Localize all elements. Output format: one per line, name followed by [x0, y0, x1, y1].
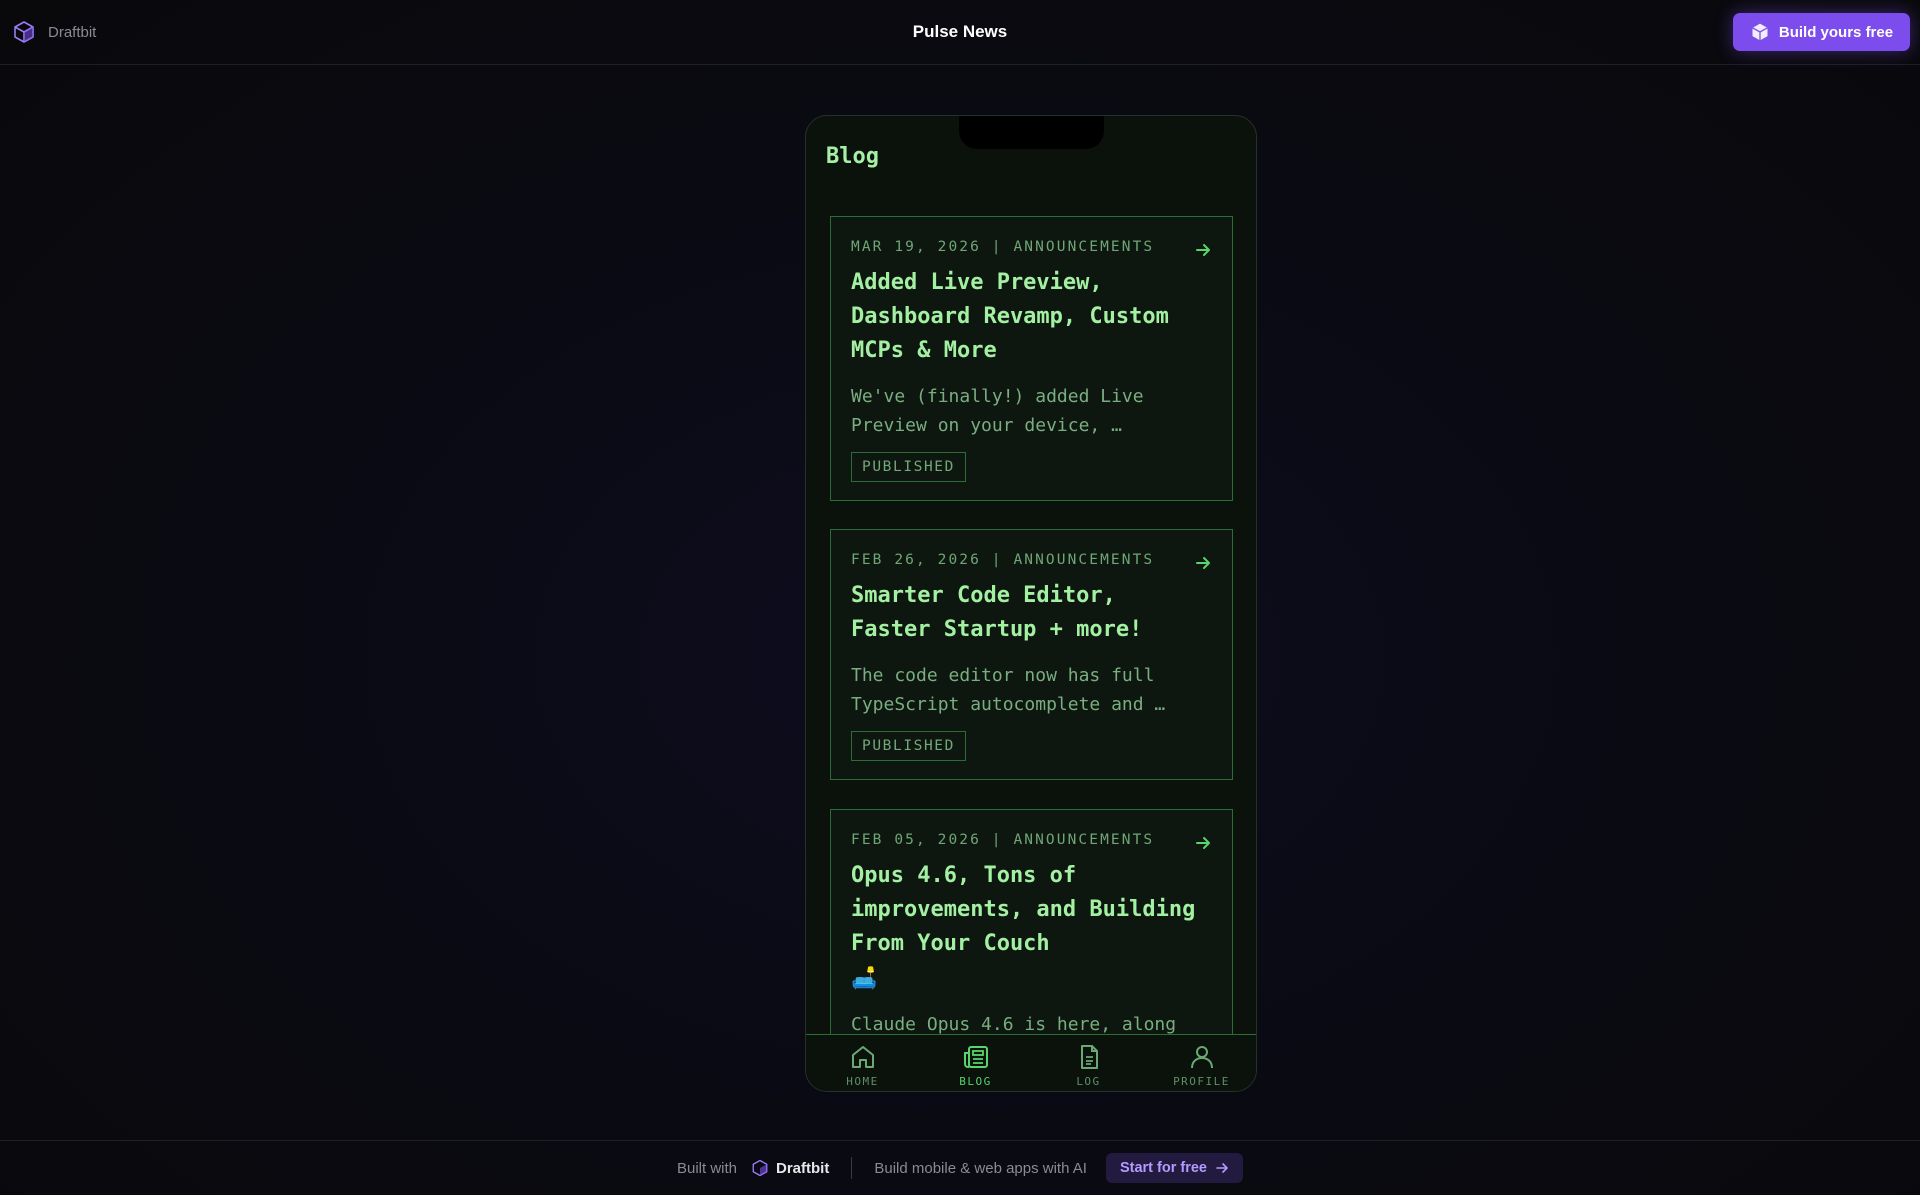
build-button-label: Build yours free: [1778, 23, 1894, 41]
tab-log[interactable]: LOG: [1032, 1035, 1145, 1091]
tab-label: LOG: [1076, 1075, 1101, 1088]
post-title: Added Live Preview, Dashboard Revamp, Cu…: [851, 270, 1169, 363]
arrow-right-icon: [1196, 837, 1210, 849]
post-excerpt: We've (finally!) added Live Preview on y…: [851, 386, 1144, 436]
footer-tagline: Build mobile & web apps with AI: [874, 1159, 1087, 1177]
post-excerpt: Claude Opus 4.6 is here, along with a wh…: [851, 1014, 1177, 1034]
post-title-block: Opus 4.6, Tons of improvements, and Buil…: [851, 859, 1196, 996]
draftbit-logo-icon: [752, 1159, 768, 1177]
document-icon: [1080, 1045, 1098, 1069]
couch-emoji: 🛋️: [851, 966, 878, 990]
status-badge: PUBLISHED: [851, 452, 966, 482]
footer-divider: [851, 1157, 853, 1179]
draftbit-logo-icon: [14, 21, 34, 43]
screen-title: Blog: [826, 144, 879, 169]
tab-profile[interactable]: PROFILE: [1145, 1035, 1256, 1091]
user-icon: [1190, 1046, 1213, 1069]
tab-label: BLOG: [959, 1075, 992, 1088]
post-meta: FEB 05, 2026 | ANNOUNCEMENTS: [851, 832, 1155, 848]
post-title: Opus 4.6, Tons of improvements, and Buil…: [851, 863, 1196, 956]
tab-blog[interactable]: BLOG: [919, 1035, 1032, 1091]
post-card[interactable]: FEB 05, 2026 | ANNOUNCEMENTS Opus 4.6, T…: [830, 809, 1233, 1034]
status-badge: PUBLISHED: [851, 731, 966, 761]
arrow-right-icon: [1216, 1163, 1228, 1173]
footer-bar: Built with Draftbit Build mobile & web a…: [0, 1140, 1920, 1195]
post-card[interactable]: FEB 26, 2026 | ANNOUNCEMENTS Smarter Cod…: [830, 529, 1233, 780]
tab-label: HOME: [846, 1075, 879, 1088]
post-title: Smarter Code Editor, Faster Startup + mo…: [851, 583, 1143, 642]
tab-home[interactable]: HOME: [806, 1035, 919, 1091]
arrow-right-icon: [1196, 557, 1210, 569]
newspaper-icon: [963, 1046, 988, 1068]
start-for-free-button[interactable]: Start for free: [1105, 1153, 1243, 1183]
post-meta: FEB 26, 2026 | ANNOUNCEMENTS: [851, 552, 1155, 568]
top-bar: Draftbit Pulse News Build yours free: [0, 0, 1920, 65]
brand[interactable]: Draftbit: [12, 20, 96, 44]
post-excerpt: The code editor now has full TypeScript …: [851, 665, 1166, 715]
post-meta: MAR 19, 2026 | ANNOUNCEMENTS: [851, 239, 1155, 255]
cta-label: Start for free: [1119, 1160, 1207, 1176]
device-notch: [959, 116, 1104, 149]
home-icon: [851, 1046, 874, 1068]
built-with-label: Built with: [676, 1159, 738, 1177]
cube-icon: [1752, 23, 1768, 41]
build-yours-free-button[interactable]: Build yours free: [1733, 13, 1910, 51]
post-card[interactable]: MAR 19, 2026 | ANNOUNCEMENTS Added Live …: [830, 216, 1233, 501]
blog-feed[interactable]: Blog MAR 19, 2026 | ANNOUNCEMENTS Added …: [806, 116, 1256, 1034]
phone-frame: Blog MAR 19, 2026 | ANNOUNCEMENTS Added …: [805, 115, 1257, 1092]
app-title: Pulse News: [912, 22, 1008, 41]
brand-name: Draftbit: [48, 23, 97, 41]
arrow-right-icon: [1196, 244, 1210, 256]
footer-brand-link[interactable]: Draftbit: [751, 1159, 829, 1177]
footer-brand-name: Draftbit: [776, 1159, 830, 1177]
tab-label: PROFILE: [1173, 1075, 1230, 1088]
bottom-tab-bar: HOME BLOG LOG PROFILE: [806, 1034, 1256, 1091]
